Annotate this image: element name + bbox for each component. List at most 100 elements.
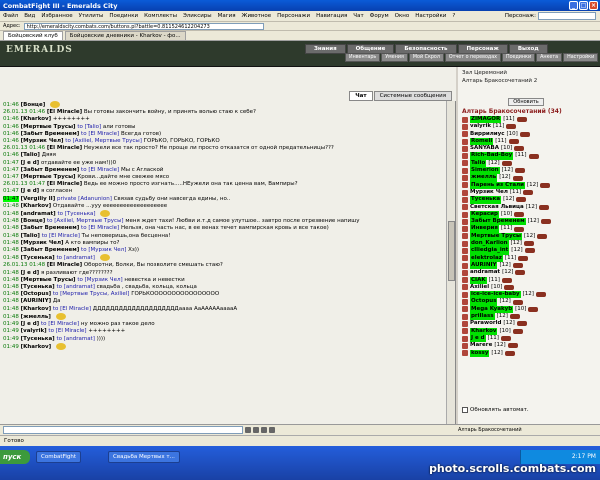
message-recipient[interactable]: to [El Miracle] (81, 225, 119, 231)
tab-system-messages[interactable]: Системные сообщения (373, 91, 452, 101)
message-time[interactable]: 01:48 (3, 240, 19, 246)
message-author[interactable]: [AURINIY] (21, 298, 52, 304)
send-icon[interactable] (245, 427, 251, 433)
message-recipient[interactable]: to [El Miracle] (41, 321, 79, 327)
message-author[interactable]: [valyrik] (21, 328, 47, 334)
player-info-icon[interactable] (523, 241, 534, 247)
message-recipient[interactable]: to [andramat] (56, 284, 94, 290)
game-subnav-item[interactable]: Отчет о переводах (444, 53, 501, 62)
message-time[interactable]: 01:46 (3, 138, 19, 144)
player-name[interactable]: clliedgia_int (470, 247, 510, 255)
message-recipient[interactable]: to [Axiliel, Мертвые Трусы] (47, 218, 124, 224)
game-subnav-item[interactable]: Поединки (501, 53, 536, 62)
message-recipient[interactable]: to [andramat] (56, 336, 94, 342)
message-time[interactable]: 01:47 (3, 188, 19, 194)
message-author[interactable]: [Kharkov] (21, 116, 52, 122)
menu-item[interactable]: Утилиты (79, 13, 104, 19)
message-recipient[interactable]: to [Тусенька] (57, 211, 95, 217)
address-input[interactable]: http://emeraldscity.combats.com/buttons.… (23, 22, 264, 30)
player-name[interactable]: Paraworld (470, 320, 501, 327)
player-name[interactable]: ice-ice-ice-baby (470, 291, 521, 299)
message-time[interactable]: 01:47 (3, 160, 19, 166)
message-time[interactable]: 01:49 (3, 336, 19, 342)
player-name[interactable]: ZIMAGOR (470, 116, 502, 124)
player-name[interactable]: Мертвые Трусы (470, 232, 522, 241)
message-time[interactable]: 01:47 (3, 195, 19, 202)
player-name[interactable]: Светская Львица (470, 204, 524, 211)
player-name[interactable]: Kharkov (470, 327, 498, 335)
message-author[interactable]: [Мертвые Трусы] (21, 174, 76, 180)
chat-scrollbar[interactable] (446, 101, 455, 424)
message-time[interactable]: 01:48 (3, 211, 19, 217)
player-info-icon[interactable] (537, 233, 548, 239)
menu-item[interactable]: Животное (242, 13, 272, 19)
game-subnav-item[interactable]: Анкета (536, 53, 563, 62)
message-author[interactable]: [жмелль] (21, 314, 51, 320)
auto-refresh[interactable]: Обновлять автомат. (462, 407, 529, 413)
message-author[interactable]: [Вонце] (21, 218, 46, 224)
message-author[interactable]: [Забыт Временем] (21, 167, 80, 173)
message-recipient[interactable]: to [Мурзик Чел] (81, 247, 126, 253)
menu-item[interactable]: ? (452, 13, 455, 19)
message-time[interactable]: 01:48 (3, 203, 19, 209)
filter-icon[interactable] (269, 427, 275, 433)
player-name[interactable]: Axiliel (470, 284, 489, 291)
character-input[interactable] (538, 12, 596, 20)
message-time[interactable]: 01:49 (3, 328, 19, 334)
message-time[interactable]: 01:47 (3, 174, 19, 180)
player-name[interactable]: Забыт Временем (470, 218, 526, 226)
player-name[interactable]: Mega Kyakyb (470, 305, 514, 314)
message-recipient[interactable]: private [Adanunion] (57, 196, 112, 202)
player-info-icon[interactable] (516, 197, 527, 203)
menu-item[interactable]: Избранное (41, 13, 72, 19)
message-author[interactable]: [El Miracle] (47, 145, 82, 151)
player-info-icon[interactable] (512, 299, 523, 305)
message-author[interactable]: [J e d] (21, 188, 40, 194)
player-info-icon[interactable] (501, 160, 512, 166)
player-info-icon[interactable] (514, 226, 525, 232)
chat-input[interactable] (3, 426, 243, 434)
tab-chat[interactable]: Чат (349, 91, 373, 101)
message-time[interactable]: 01:46 (3, 152, 19, 158)
message-author[interactable]: [J e d] (21, 321, 40, 327)
player-info-icon[interactable] (500, 336, 511, 342)
message-time[interactable]: 01:48 (3, 284, 19, 290)
menu-item[interactable]: Форум (370, 13, 389, 19)
message-author[interactable]: [Мурзик Чел] (21, 240, 64, 246)
message-time[interactable]: 01:48 (3, 291, 19, 297)
game-subnav-item[interactable]: Умения (381, 53, 408, 62)
player-name[interactable]: Мурзик Чел (470, 189, 508, 196)
message-time[interactable]: 26.01.13 01:46 (3, 145, 45, 151)
message-author[interactable]: [Vergiliy II] (21, 196, 56, 202)
message-time[interactable]: 01:48 (3, 247, 19, 253)
message-recipient[interactable]: to [andramat] (56, 255, 94, 261)
tab-diaries[interactable]: Бойцовские дневники - Kharkov - фо... (64, 31, 186, 40)
player-name[interactable]: Octopus (470, 298, 498, 306)
message-time[interactable]: 01:47 (3, 167, 19, 173)
message-time[interactable]: 01:49 (3, 344, 19, 350)
message-author[interactable]: [Тусенька] (21, 284, 55, 290)
player-info-icon[interactable] (523, 190, 534, 196)
message-time[interactable]: 01:48 (3, 255, 19, 261)
smiley-icon[interactable] (253, 427, 259, 433)
message-time[interactable]: 01:48 (3, 218, 19, 224)
task-wedding[interactable]: Свадьба Мертвых т... (108, 451, 180, 463)
message-recipient[interactable]: to [Мертвые Трусы, Axiliel] (53, 291, 130, 297)
player-name[interactable]: Магеге (470, 342, 492, 349)
game-subnav-item[interactable]: Настройки (563, 53, 599, 62)
player-info-icon[interactable] (519, 131, 530, 137)
player-name[interactable]: Виррилиус (470, 131, 505, 138)
player-info-icon[interactable] (518, 255, 529, 261)
message-time[interactable]: 26.01.13 01:46 (3, 109, 45, 115)
menu-item[interactable]: Эликсиры (183, 13, 212, 19)
player-name[interactable]: Rich-Bad-Boy (470, 152, 514, 160)
menu-item[interactable]: Персонажи (277, 13, 310, 19)
message-time[interactable]: 01:48 (3, 277, 19, 283)
player-name[interactable]: valyrik (470, 123, 491, 130)
menu-item[interactable]: Поединки (109, 13, 138, 19)
player-info-icon[interactable] (512, 175, 523, 181)
player-name[interactable]: don_Karlion (470, 240, 509, 248)
message-time[interactable]: 26.01.13 01:48 (3, 262, 45, 268)
message-author[interactable]: [andramat] (21, 211, 56, 217)
player-info-icon[interactable] (539, 204, 550, 210)
